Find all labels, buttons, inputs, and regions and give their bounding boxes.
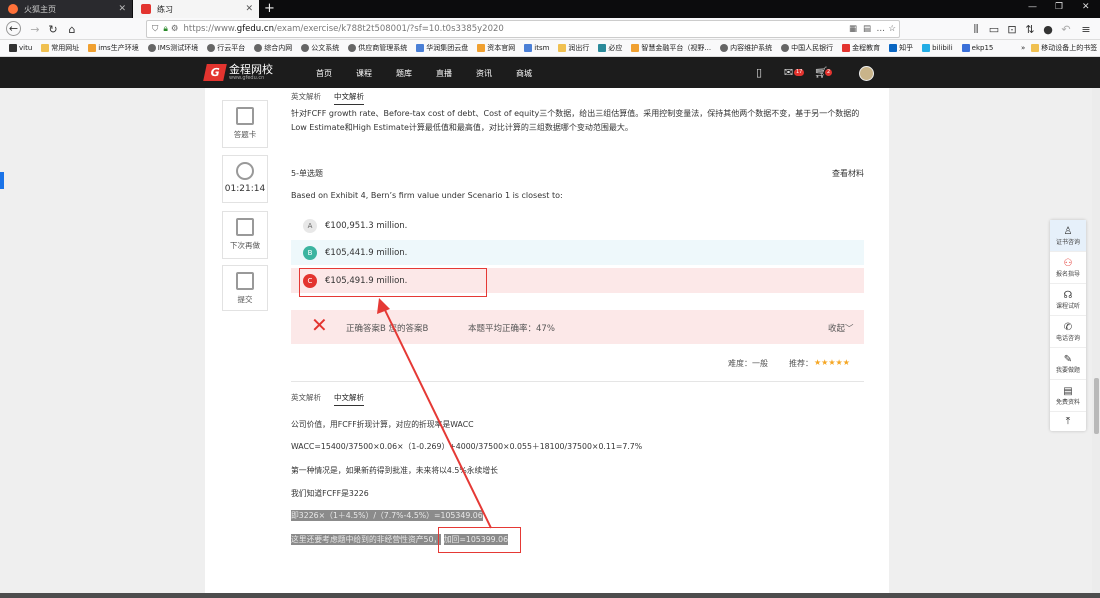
sidebar-item-certificate[interactable]: ♙ 证书咨询 — [1050, 220, 1086, 252]
users-icon: ⚇ — [1063, 257, 1073, 269]
scrollbar-thumb[interactable] — [1094, 378, 1099, 434]
sidebar-item-registration[interactable]: ⚇ 报名指导 — [1050, 252, 1086, 284]
phone-icon: ✆ — [1063, 321, 1073, 333]
headset-icon: ☊ — [1063, 289, 1073, 301]
arrow-up-icon: ⤒ — [1065, 416, 1071, 427]
floating-service-sidebar: ♙ 证书咨询 ⚇ 报名指导 ☊ 课程试听 ✆ 电话咨询 ✎ 我要做题 ▤ 免费资料 ⤒ — [1050, 220, 1086, 431]
person-icon: ♙ — [1063, 225, 1073, 237]
taskbar-edge — [0, 593, 1100, 598]
document-icon: ▤ — [1063, 385, 1073, 397]
sidebar-item-practice[interactable]: ✎ 我要做题 — [1050, 348, 1086, 380]
sidebar-item-trial[interactable]: ☊ 课程试听 — [1050, 284, 1086, 316]
page-scrollbar[interactable] — [1092, 88, 1100, 598]
sidebar-item-phone[interactable]: ✆ 电话咨询 — [1050, 316, 1086, 348]
edit-icon: ✎ — [1063, 353, 1073, 365]
annotation-arrow — [377, 298, 492, 529]
back-to-top-button[interactable]: ⤒ — [1050, 412, 1086, 431]
sidebar-item-materials[interactable]: ▤ 免费资料 — [1050, 380, 1086, 412]
